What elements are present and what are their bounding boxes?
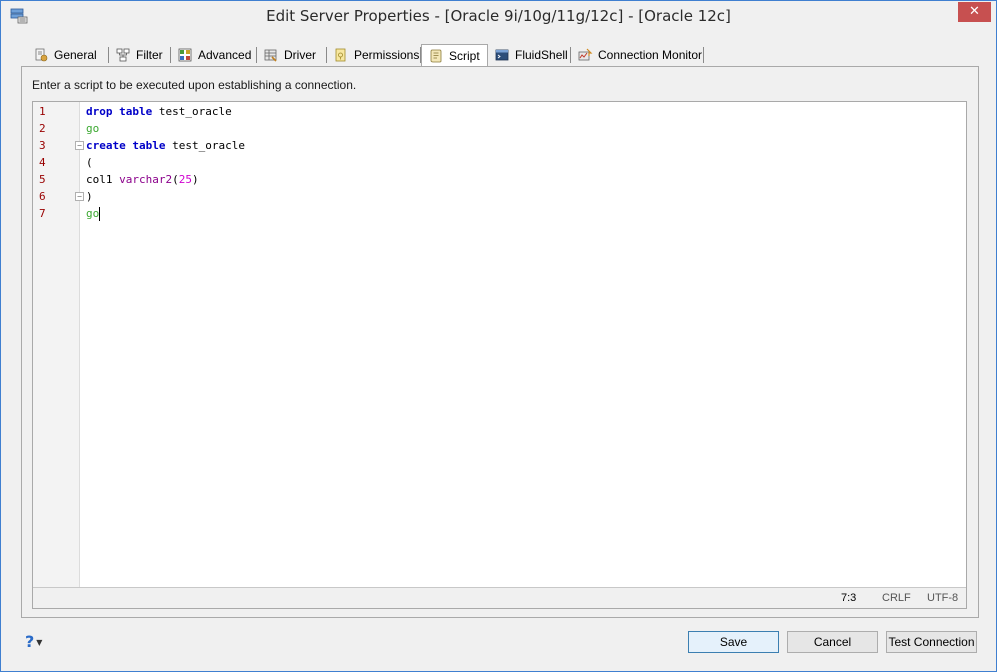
code-token: table [132, 139, 166, 152]
tab-driver[interactable]: Driver [257, 44, 327, 66]
permissions-icon [335, 48, 346, 62]
code-token: test_oracle [165, 139, 245, 152]
script-instruction-text: Enter a script to be executed upon estab… [32, 78, 357, 92]
tab-filter[interactable]: Filter [109, 44, 171, 66]
code-token: ) [86, 190, 93, 203]
tab-permissions-label: Permissions [354, 48, 420, 62]
code-line[interactable]: go [86, 120, 99, 137]
advanced-icon [178, 48, 192, 62]
close-button[interactable]: ✕ [958, 2, 991, 22]
tab-advanced-label: Advanced [198, 48, 252, 62]
tab-permissions[interactable]: Permissions [327, 44, 421, 66]
tab-filter-label: Filter [136, 48, 163, 62]
driver-icon [264, 49, 277, 62]
dropdown-arrow-icon: ▼ [36, 638, 43, 647]
fold-collapse-icon[interactable]: − [75, 141, 84, 150]
line-number: 6 [39, 190, 46, 203]
code-token: drop [86, 105, 113, 118]
code-line[interactable]: ( [86, 154, 93, 171]
code-token: varchar2 [119, 173, 173, 186]
save-button[interactable]: Save [688, 631, 779, 653]
tab-driver-label: Driver [284, 48, 316, 62]
code-token: ( [86, 156, 93, 169]
tab-fluidshell-label: FluidShell [515, 48, 568, 62]
code-token: col1 [86, 173, 120, 186]
encoding-indicator[interactable]: UTF-8 [927, 592, 958, 604]
filter-icon [116, 48, 130, 62]
line-ending-indicator[interactable]: CRLF [882, 592, 911, 604]
line-number: 1 [39, 105, 46, 118]
tab-fluidshell[interactable]: FluidShell [488, 44, 571, 66]
fluidshell-icon [495, 49, 509, 61]
code-line[interactable]: go [86, 205, 101, 222]
line-number: 2 [39, 122, 46, 135]
tab-script-label: Script [449, 49, 480, 63]
code-token: create [86, 139, 126, 152]
text-caret [99, 207, 101, 221]
tab-general[interactable]: General [27, 44, 109, 66]
script-editor[interactable]: 1 2 3 4 5 6 7 − − drop table test_oracle… [32, 101, 967, 609]
code-line[interactable]: drop table test_oracle [86, 103, 232, 120]
script-icon [430, 49, 442, 63]
tab-script[interactable]: Script [421, 44, 488, 67]
cancel-button[interactable]: Cancel [787, 631, 878, 653]
code-token: test_oracle [152, 105, 232, 118]
line-number: 7 [39, 207, 46, 220]
test-connection-button[interactable]: Test Connection [886, 631, 977, 653]
fold-end-icon: − [75, 192, 84, 201]
code-token: ) [191, 173, 199, 186]
code-token: go [86, 207, 100, 220]
general-icon [35, 48, 48, 62]
code-line[interactable]: create table test_oracle [86, 137, 245, 154]
connection-monitor-icon [578, 48, 593, 61]
tab-connection-monitor-label: Connection Monitor [598, 48, 703, 62]
title-bar: Edit Server Properties - [Oracle 9i/10g/… [1, 1, 996, 32]
editor-status-bar: 7:3 CRLF UTF-8 [33, 587, 966, 608]
tab-connection-monitor[interactable]: Connection Monitor [571, 44, 704, 66]
code-token: ( [172, 173, 179, 186]
code-token: table [119, 105, 153, 118]
help-icon: ? [25, 632, 35, 651]
help-button[interactable]: ? ▼ [25, 632, 42, 651]
line-number: 5 [39, 173, 46, 186]
cursor-position: 7:3 [841, 592, 857, 604]
code-line[interactable]: col1 varchar2(25) [86, 171, 199, 188]
tab-strip: General Filter Advanced Driver Permissio… [21, 44, 981, 67]
script-tab-panel: Enter a script to be executed upon estab… [21, 66, 979, 618]
window-title: Edit Server Properties - [Oracle 9i/10g/… [266, 7, 731, 25]
line-number: 3 [39, 139, 46, 152]
tab-separator [703, 47, 704, 63]
code-token: 25 [178, 173, 192, 186]
edit-server-properties-window: Edit Server Properties - [Oracle 9i/10g/… [0, 0, 997, 672]
line-number-gutter: 1 2 3 4 5 6 7 [33, 102, 80, 587]
tab-advanced[interactable]: Advanced [171, 44, 257, 66]
line-number: 4 [39, 156, 46, 169]
code-token: go [86, 122, 100, 135]
tab-general-label: General [54, 48, 97, 62]
code-line[interactable]: ) [86, 188, 93, 205]
